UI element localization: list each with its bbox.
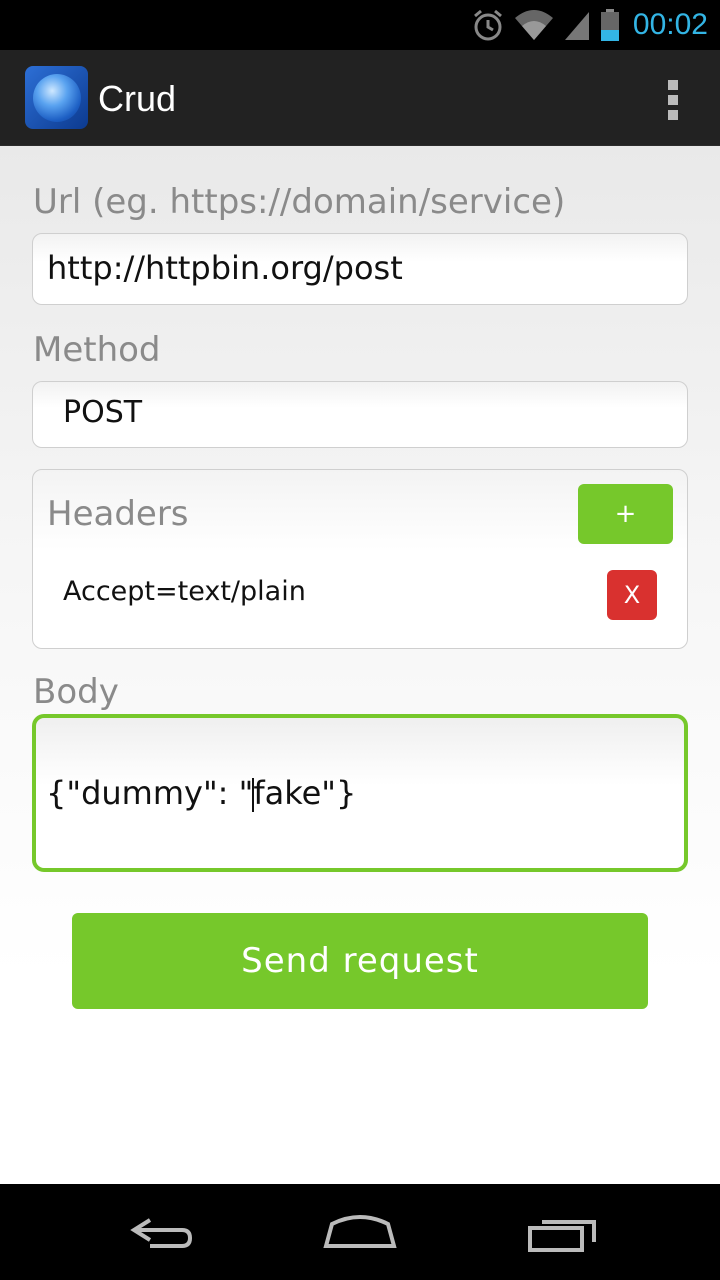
app-title: Crud [98, 78, 177, 119]
headers-label: Headers [47, 494, 189, 534]
method-select[interactable]: POST [32, 381, 688, 448]
remove-header-button[interactable]: X [607, 570, 657, 620]
headers-panel: Headers + Accept=text/plain X [32, 469, 688, 649]
overflow-menu-icon[interactable] [666, 80, 680, 120]
body-textarea[interactable]: {"dummy": "fake"} [32, 714, 688, 872]
signal-icon [564, 12, 589, 40]
url-label: Url (eg. https://domain/service) [33, 182, 566, 222]
home-icon[interactable] [320, 1208, 400, 1256]
url-value: http://httpbin.org/post [47, 249, 403, 287]
body-text-before-cursor: {"dummy": " [46, 774, 254, 812]
method-value: POST [63, 395, 143, 430]
action-bar: Crud [0, 50, 720, 146]
request-form: Url (eg. https://domain/service) http://… [0, 146, 720, 1184]
method-label: Method [33, 330, 161, 370]
send-request-button[interactable]: Send request [72, 913, 648, 1009]
add-header-button[interactable]: + [578, 484, 673, 544]
body-text-after-cursor: fake"} [253, 774, 357, 812]
header-item: Accept=text/plain [63, 576, 306, 607]
back-icon[interactable] [120, 1208, 200, 1256]
body-label: Body [33, 672, 119, 712]
app-logo-icon[interactable] [25, 66, 88, 129]
body-value: {"dummy": "fake"} [46, 774, 356, 812]
navigation-bar [0, 1184, 720, 1280]
battery-icon [600, 9, 619, 41]
wifi-icon [514, 10, 553, 40]
recents-icon[interactable] [522, 1208, 602, 1256]
status-icons: 00:02 [471, 0, 708, 50]
alarm-icon [473, 9, 502, 41]
url-input[interactable]: http://httpbin.org/post [32, 233, 688, 305]
status-clock: 00:02 [632, 8, 708, 41]
status-bar: 00:02 [0, 0, 720, 50]
